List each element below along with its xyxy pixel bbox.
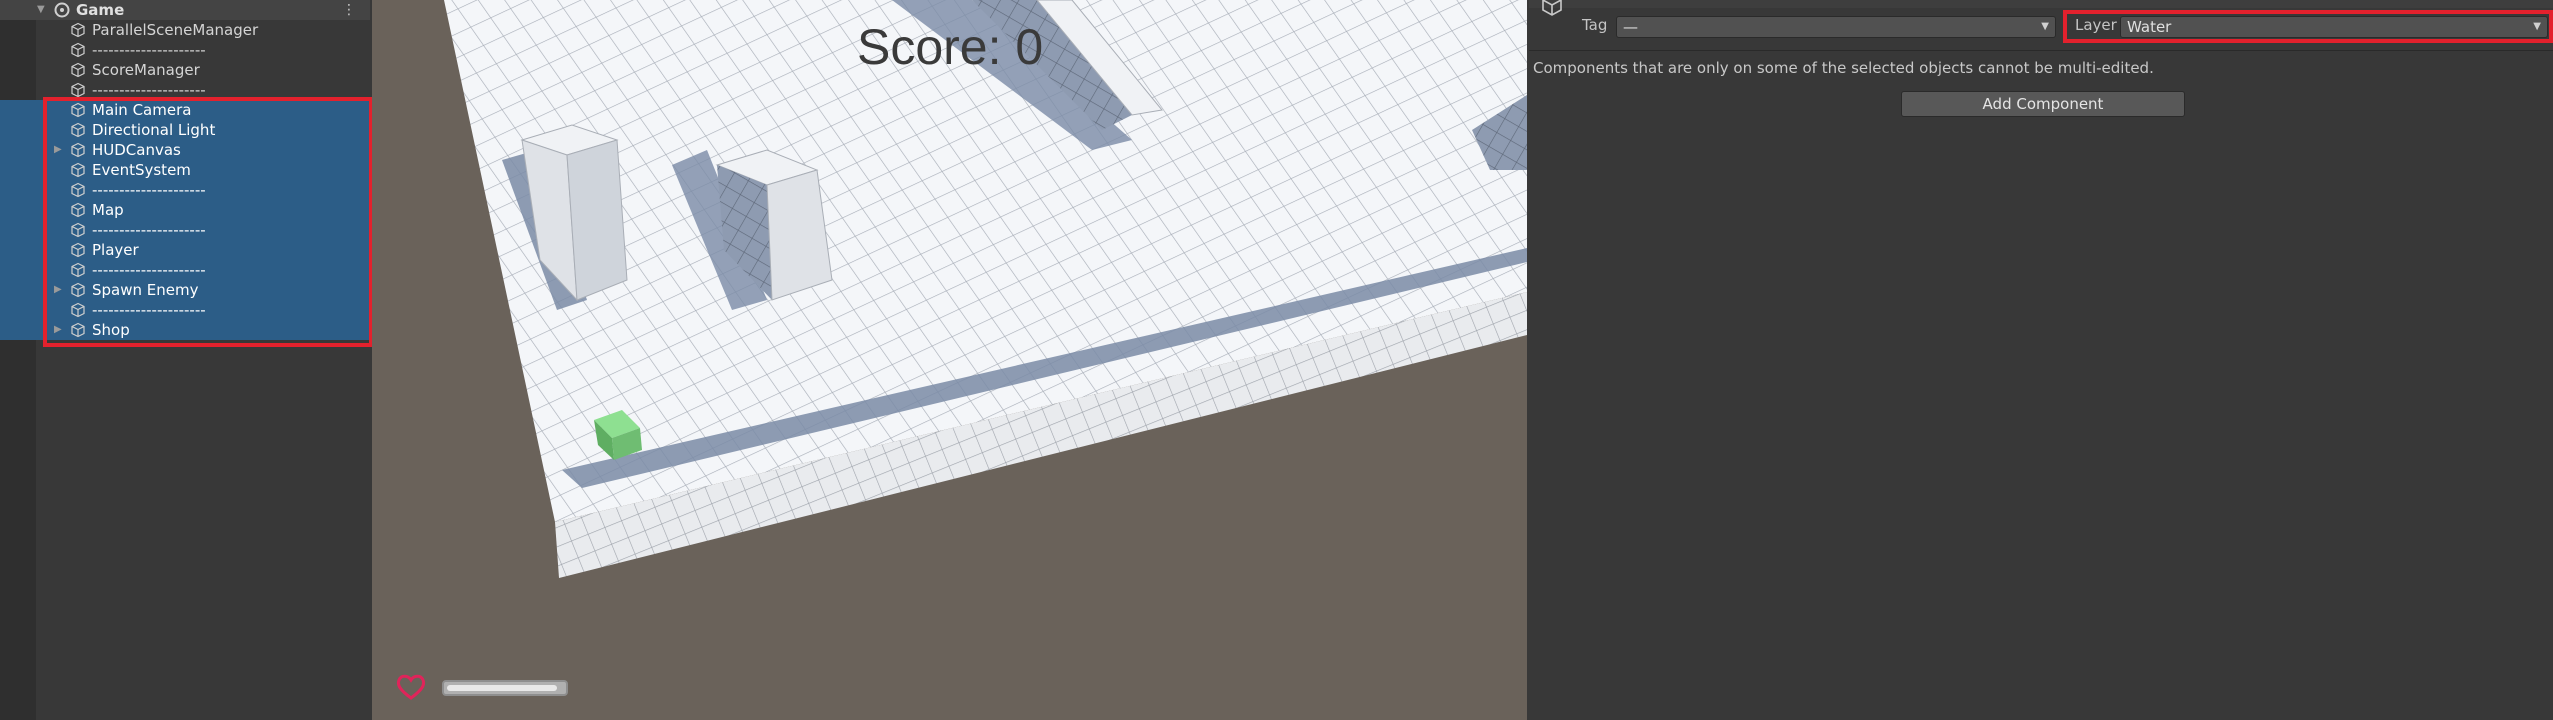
cube-icon [71,182,85,198]
hierarchy-item-label: --------------------- [92,301,206,319]
hierarchy-item-label: Directional Light [92,121,216,139]
divider [1529,50,2553,51]
hierarchy-item-label: EventSystem [92,161,191,179]
cube-icon [71,22,85,38]
health-bar [442,680,568,696]
hierarchy-item-label: ScoreManager [92,61,200,79]
tag-value: — [1623,18,1638,36]
hierarchy-item[interactable]: --------------------- [0,260,370,280]
cube-icon [71,142,85,158]
hierarchy-item[interactable]: ParallelSceneManager [0,20,370,40]
hierarchy-item[interactable]: --------------------- [0,220,370,240]
tag-dropdown[interactable]: — ▼ [1616,16,2056,38]
add-component-button[interactable]: Add Component [1901,91,2185,117]
scene-name: Game [76,1,125,19]
hierarchy-item[interactable]: --------------------- [0,180,370,200]
hierarchy-item-label: HUDCanvas [92,141,181,159]
hierarchy-item-label: --------------------- [92,221,206,239]
hierarchy-item-label: --------------------- [92,181,206,199]
hierarchy-item-label: --------------------- [92,41,206,59]
block-side [566,139,628,301]
hierarchy-item[interactable]: ▶ HUDCanvas [0,140,370,160]
hierarchy-item[interactable]: EventSystem [0,160,370,180]
hierarchy-item-label: --------------------- [92,81,206,99]
game-view[interactable]: Score: 0 [372,0,1527,720]
game-scene-render [444,0,1527,578]
cube-icon [71,162,85,178]
scene-row[interactable]: ▼ Game ⋮ [0,0,370,20]
hierarchy-item-label: Main Camera [92,101,192,119]
hierarchy-item[interactable]: Main Camera [0,100,370,120]
hierarchy-item[interactable]: Directional Light [0,120,370,140]
unity-scene-icon [54,2,70,18]
health-bar-fill [447,685,557,691]
cube-icon [1542,0,1562,16]
cube-icon [71,62,85,78]
hierarchy-item[interactable]: Player [0,240,370,260]
multi-edit-message: Components that are only on some of the … [1533,59,2154,77]
hierarchy-item[interactable]: ▶ Shop [0,320,370,340]
chevron-right-icon[interactable]: ▶ [54,280,62,300]
cube-icon [71,42,85,58]
layer-dropdown[interactable]: Water ▼ [2120,16,2548,38]
hierarchy-item-label: Shop [92,321,130,339]
kebab-menu-icon[interactable]: ⋮ [342,0,356,20]
layer-label: Layer [2075,16,2117,34]
hierarchy-item-label: Spawn Enemy [92,281,199,299]
hierarchy-item[interactable]: Map [0,200,370,220]
hierarchy-panel: ▼ Game ⋮ ParallelSceneManager -----------… [0,0,374,720]
score-text: Score: 0 [857,19,1044,75]
tag-label: Tag [1582,16,1608,34]
hierarchy-item[interactable]: ▶ Spawn Enemy [0,280,370,300]
chevron-right-icon[interactable]: ▶ [54,140,62,160]
cube-icon [71,302,85,318]
cube-icon [71,222,85,238]
hierarchy-item-label: --------------------- [92,261,206,279]
cube-icon [71,202,85,218]
cube-icon [71,102,85,118]
layer-value: Water [2127,18,2172,36]
cube-icon [71,282,85,298]
cube-icon [71,322,85,338]
inspector-panel: Tag — ▼ Layer Water ▼ Components that ar… [1529,0,2553,720]
heart-icon [396,674,426,700]
hierarchy-item[interactable]: ScoreManager [0,60,370,80]
hierarchy-item-label: ParallelSceneManager [92,21,259,39]
chevron-down-icon[interactable]: ▼ [37,0,45,20]
cube-icon [71,122,85,138]
hierarchy-item[interactable]: --------------------- [0,40,370,60]
chevron-down-icon: ▼ [2041,21,2049,32]
hierarchy-item-label: Player [92,241,139,259]
hierarchy-item-label: Map [92,201,124,219]
cube-icon [71,82,85,98]
chevron-down-icon: ▼ [2533,21,2541,32]
cube-icon [71,262,85,278]
hierarchy-item[interactable]: --------------------- [0,80,370,100]
cube-icon [71,242,85,258]
inspector-header [1529,0,2553,8]
hierarchy-item[interactable]: --------------------- [0,300,370,320]
chevron-right-icon[interactable]: ▶ [54,320,62,340]
